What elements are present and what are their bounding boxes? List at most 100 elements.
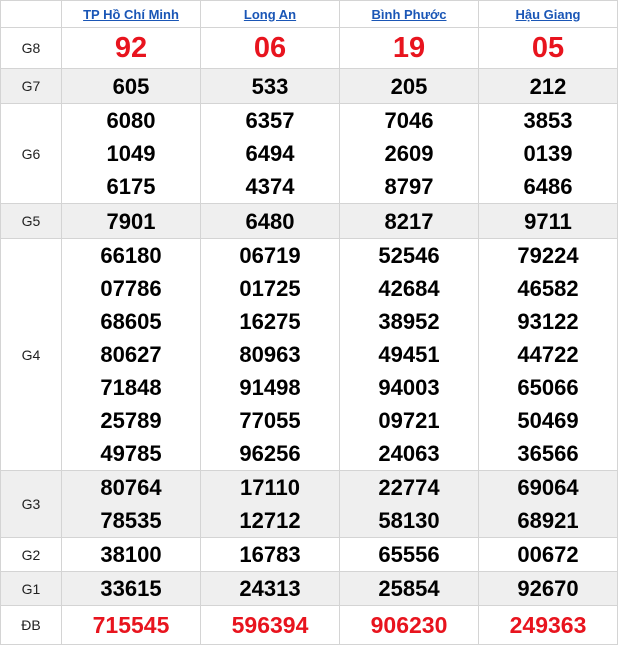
prize-label: G7: [0, 68, 62, 104]
header-row: TP Hồ Chí Minh Long An Bình Phước Hậu Gi…: [0, 0, 618, 28]
prize-number: 25854: [378, 576, 440, 601]
prize-number: 249363: [509, 611, 587, 638]
prize-number: 7901: [106, 208, 156, 234]
prize-number: 38100: [100, 542, 162, 567]
prize-number: 205: [390, 73, 428, 99]
prize-number: 06719: [239, 243, 301, 268]
prize-number: 96256: [239, 441, 301, 466]
prize-cell: 6357 6494 4374: [200, 103, 340, 204]
prize-number: 22774: [378, 475, 440, 500]
prize-row-g1: G1 33615 24313 25854 92670: [0, 571, 618, 606]
prize-number: 9711: [524, 208, 572, 234]
province-link-hau-giang[interactable]: Hậu Giang: [515, 7, 580, 22]
prize-label: G1: [0, 571, 62, 606]
prize-cell: 533: [200, 68, 340, 104]
prize-cell: 66180 07786 68605 80627 71848 25789 49785: [61, 238, 201, 471]
prize-cell: 906230: [339, 605, 479, 645]
prize-number: 80764: [100, 475, 162, 500]
prize-number: 596394: [231, 611, 309, 638]
prize-number: 16783: [239, 542, 301, 567]
prize-cell: 596394: [200, 605, 340, 645]
prize-row-g3: G3 80764 78535 17110 12712 22774 58130 69064 689…: [0, 470, 618, 538]
prize-label: G5: [0, 203, 62, 239]
prize-cell: 92670: [478, 571, 618, 606]
prize-cell: 605: [61, 68, 201, 104]
prize-cell: 9711: [478, 203, 618, 239]
prize-label: ĐB: [0, 605, 62, 645]
prize-cell: 25854: [339, 571, 479, 606]
province-header-binh-phuoc: Bình Phước: [339, 0, 479, 28]
prize-number: 05: [531, 31, 565, 64]
prize-cell: 7901: [61, 203, 201, 239]
prize-number: 52546: [378, 243, 440, 268]
prize-number: 715545: [92, 611, 170, 638]
prize-number: 25789: [100, 408, 162, 433]
prize-number: 69064: [517, 475, 579, 500]
prize-number: 36566: [517, 441, 579, 466]
prize-number: 66180: [100, 243, 162, 268]
prize-number: 6080: [106, 108, 156, 133]
prize-cell: 19: [339, 27, 479, 69]
prize-number: 65066: [517, 375, 579, 400]
prize-number: 605: [112, 73, 150, 99]
prize-number: 24313: [239, 576, 301, 601]
prize-number: 7046: [384, 108, 434, 133]
province-header-long-an: Long An: [200, 0, 340, 28]
prize-number: 6175: [106, 174, 156, 199]
prize-number: 12712: [239, 508, 301, 533]
prize-number: 33615: [100, 576, 162, 601]
prize-cell: 80764 78535: [61, 470, 201, 538]
prize-cell: 06719 01725 16275 80963 91498 77055 96256: [200, 238, 340, 471]
prize-row-g2: G2 38100 16783 65556 00672: [0, 537, 618, 572]
prize-number: 1049: [106, 141, 156, 166]
prize-number: 24063: [378, 441, 440, 466]
prize-row-g7: G7 605 533 205 212: [0, 68, 618, 104]
prize-cell: 06: [200, 27, 340, 69]
prize-number: 80627: [100, 342, 162, 367]
province-link-binh-phuoc[interactable]: Bình Phước: [372, 7, 447, 22]
prize-row-special: ĐB 715545 596394 906230 249363: [0, 605, 618, 645]
header-corner: [0, 0, 62, 28]
prize-label: G2: [0, 537, 62, 572]
prize-number: 92670: [517, 576, 579, 601]
prize-cell: 92: [61, 27, 201, 69]
prize-number: 49785: [100, 441, 162, 466]
prize-number: 17110: [240, 475, 300, 500]
results-body: G8 92 06 19 05 G7 605 533 205 212 G6 6080 1049 6175…: [0, 27, 618, 645]
prize-number: 4374: [245, 174, 295, 199]
prize-number: 80963: [239, 342, 301, 367]
prize-cell: 17110 12712: [200, 470, 340, 538]
prize-cell: 33615: [61, 571, 201, 606]
prize-number: 92: [114, 31, 148, 64]
prize-cell: 715545: [61, 605, 201, 645]
prize-number: 09721: [378, 408, 440, 433]
prize-number: 8797: [384, 174, 434, 199]
prize-number: 68605: [100, 309, 162, 334]
prize-cell: 16783: [200, 537, 340, 572]
prize-row-g6: G6 6080 1049 6175 6357 6494 4374 7046 2609 8797 38…: [0, 103, 618, 204]
prize-number: 212: [529, 73, 567, 99]
prize-cell: 69064 68921: [478, 470, 618, 538]
prize-cell: 00672: [478, 537, 618, 572]
prize-number: 8217: [384, 208, 434, 234]
prize-label: G6: [0, 103, 62, 204]
prize-number: 79224: [517, 243, 579, 268]
prize-label: G8: [0, 27, 62, 69]
prize-number: 906230: [370, 611, 448, 638]
prize-cell: 249363: [478, 605, 618, 645]
prize-number: 06: [253, 31, 287, 64]
prize-label: G3: [0, 470, 62, 538]
prize-row-g5: G5 7901 6480 8217 9711: [0, 203, 618, 239]
province-link-tp-ho-chi-minh[interactable]: TP Hồ Chí Minh: [83, 7, 179, 22]
prize-number: 42684: [378, 276, 440, 301]
prize-number: 3853: [523, 108, 573, 133]
lottery-results-table: TP Hồ Chí Minh Long An Bình Phước Hậu Gi…: [0, 0, 618, 645]
prize-cell: 24313: [200, 571, 340, 606]
prize-number: 58130: [378, 508, 440, 533]
prize-cell: 38100: [61, 537, 201, 572]
prize-number: 78535: [100, 508, 162, 533]
province-link-long-an[interactable]: Long An: [244, 7, 296, 22]
prize-number: 6494: [245, 141, 295, 166]
prize-number: 94003: [378, 375, 440, 400]
prize-row-g8: G8 92 06 19 05: [0, 27, 618, 69]
